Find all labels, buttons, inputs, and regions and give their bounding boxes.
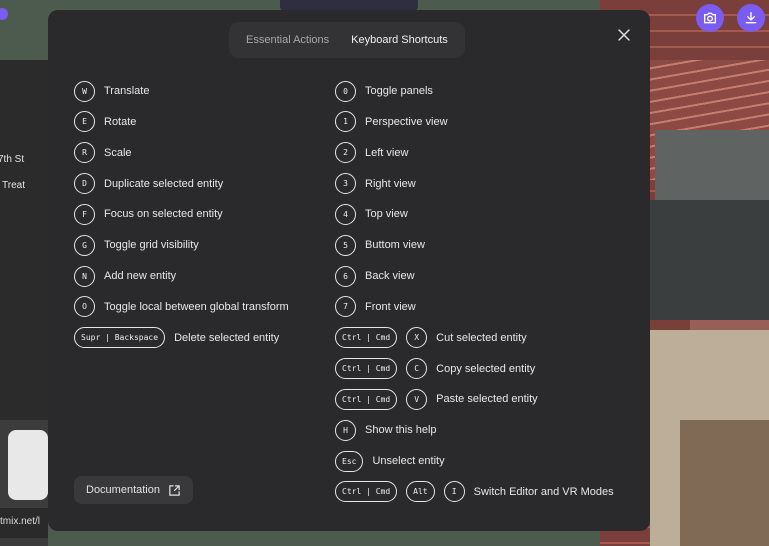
shortcut-description: Toggle local between global transform [104, 300, 289, 313]
pergola [680, 420, 769, 546]
shortcut-description: Switch Editor and VR Modes [473, 485, 614, 498]
key-badge: 4 [335, 203, 356, 225]
url-bar: tmix.net/l [0, 508, 48, 538]
shortcut-row: G Toggle grid visibility [74, 234, 289, 256]
key-badge: Supr | Backspace [74, 327, 166, 349]
shortcut-description: Translate [104, 85, 150, 97]
shortcut-description: Right view [365, 177, 416, 190]
street-label: Treat [2, 180, 25, 191]
key-badge: E [74, 111, 95, 133]
shortcut-row: H Show this help [335, 419, 614, 441]
key-badge: 6 [335, 265, 356, 287]
shortcut-description: Left view [365, 146, 409, 159]
tab-bar: Essential Actions Keyboard Shortcuts [229, 22, 465, 58]
key-badge: Ctrl | Cmd [335, 388, 398, 410]
shortcut-row: 3 Right view [335, 173, 614, 195]
shortcut-description: Add new entity [104, 270, 177, 283]
tab-keyboard-shortcuts[interactable]: Keyboard Shortcuts [340, 26, 459, 54]
shortcut-description: Buttom view [365, 239, 425, 252]
building [650, 200, 769, 320]
shortcut-description: Focus on selected entity [104, 208, 223, 221]
shortcut-row: 1 Perspective view [335, 111, 614, 133]
street-label: 7th St [0, 154, 25, 165]
key-badge: Esc [335, 450, 364, 472]
side-panel: 7th St Treat [0, 60, 48, 420]
badge [0, 8, 8, 20]
shortcut-description: Toggle panels [365, 85, 433, 97]
shortcut-row: F Focus on selected entity [74, 203, 289, 225]
key-badge: Ctrl | Cmd [335, 481, 398, 503]
key-badge: 2 [335, 142, 356, 164]
shortcut-description: Front view [365, 300, 416, 313]
documentation-button[interactable]: Documentation [74, 476, 193, 504]
shortcut-row: O Toggle local between global transform [74, 296, 289, 318]
shortcuts-left-column: W Translate E Rotate R Scale D Duplicate select… [74, 80, 289, 358]
key-badge: F [74, 203, 95, 225]
key-badge: 7 [335, 296, 356, 318]
shortcut-row: E Rotate [74, 111, 289, 133]
shortcut-row: Ctrl | Cmd X Cut selected entity [335, 327, 614, 349]
shortcut-description: Back view [365, 270, 415, 283]
shortcut-row: 6 Back view [335, 265, 614, 287]
shortcut-description: Cut selected entity [436, 331, 527, 344]
shortcut-row: Ctrl | Cmd V Paste selected entity [335, 388, 614, 410]
camera-icon [704, 12, 716, 24]
key-badge: Alt [406, 481, 435, 503]
shortcut-description: Duplicate selected entity [104, 177, 224, 190]
shortcut-row: Ctrl | Cmd C Copy selected entity [335, 358, 614, 380]
shortcut-description: Delete selected entity [174, 331, 280, 344]
key-badge: W [74, 80, 95, 102]
shortcut-description: Scale [104, 146, 132, 159]
close-icon[interactable] [616, 27, 632, 43]
key-badge: H [335, 419, 356, 441]
key-badge: I [443, 481, 465, 503]
shortcut-description: Show this help [365, 424, 437, 437]
vehicle [8, 430, 48, 500]
shortcut-description: Paste selected entity [436, 393, 538, 406]
shortcut-description: Unselect entity [372, 455, 445, 468]
screenshot-button[interactable] [696, 4, 724, 32]
shortcut-description: Perspective view [365, 115, 448, 128]
key-badge: R [74, 142, 95, 164]
shortcut-row: 0 Toggle panels [335, 80, 614, 102]
key-badge: O [74, 296, 95, 318]
key-badge: 1 [335, 111, 356, 133]
shortcut-row: N Add new entity [74, 265, 289, 287]
key-badge: N [74, 265, 95, 287]
documentation-label: Documentation [86, 484, 160, 496]
shortcut-row: Supr | Backspace Delete selected entity [74, 327, 289, 349]
key-badge: Ctrl | Cmd [335, 327, 398, 349]
key-badge: G [74, 234, 95, 256]
shortcut-row: 2 Left view [335, 142, 614, 164]
help-modal: Essential Actions Keyboard Shortcuts W Tr… [48, 10, 650, 531]
shortcut-row: W Translate [74, 80, 289, 102]
key-badge: C [406, 358, 428, 380]
key-badge: 3 [335, 173, 356, 195]
url-text: tmix.net/l [0, 516, 41, 527]
shortcut-row: 5 Buttom view [335, 234, 614, 256]
external-link-icon [169, 484, 180, 496]
shortcut-row: Ctrl | Cmd Alt I Switch Editor and VR Modes [335, 481, 614, 503]
shortcut-row: 7 Front view [335, 296, 614, 318]
key-badge: V [406, 388, 428, 410]
shortcut-description: Toggle grid visibility [104, 239, 199, 252]
shortcut-description: Copy selected entity [436, 362, 536, 375]
tab-essential-actions[interactable]: Essential Actions [235, 26, 340, 54]
key-badge: 0 [335, 80, 356, 102]
shortcut-row: 4 Top view [335, 203, 614, 225]
shortcut-description: Top view [365, 208, 408, 221]
shortcuts-right-column: 0 Toggle panels 1 Perspective view 2 Left vie… [335, 80, 614, 512]
key-badge: Ctrl | Cmd [335, 358, 398, 380]
key-badge: D [74, 173, 95, 195]
shortcut-row: D Duplicate selected entity [74, 173, 289, 195]
download-icon [745, 12, 757, 24]
key-badge: X [406, 327, 428, 349]
shortcut-row: Esc Unselect entity [335, 450, 614, 472]
download-button[interactable] [737, 4, 765, 32]
shortcut-description: Rotate [104, 115, 137, 128]
key-badge: 5 [335, 234, 356, 256]
shortcut-row: R Scale [74, 142, 289, 164]
